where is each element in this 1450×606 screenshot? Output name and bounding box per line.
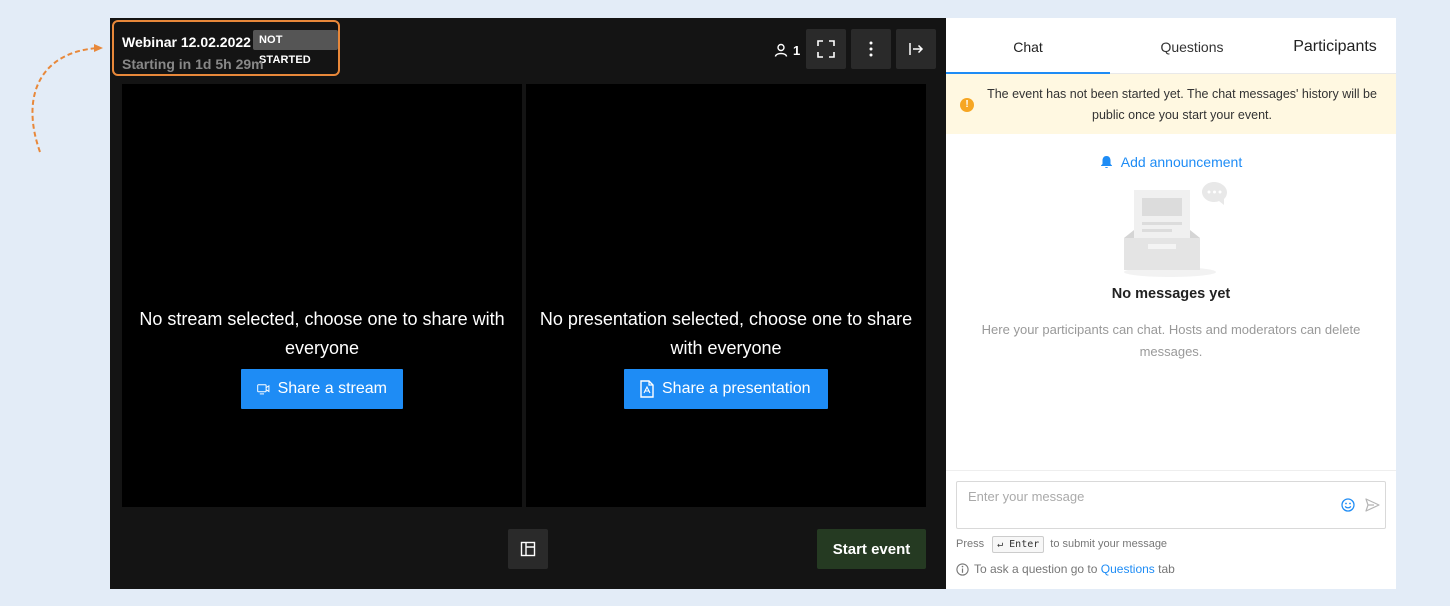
stream-pane: No stream selected, choose one to share … — [122, 84, 522, 507]
questions-tab-link[interactable]: Questions — [1101, 562, 1155, 576]
exit-icon — [909, 43, 924, 55]
send-icon[interactable] — [1365, 498, 1380, 512]
question-hint-suffix: tab — [1158, 562, 1175, 576]
fullscreen-button[interactable] — [806, 29, 846, 69]
attendee-counter[interactable]: 1 — [774, 40, 800, 60]
submit-hint: Press ↵ Enter to submit your message — [956, 535, 1167, 553]
add-announcement-label: Add announcement — [1120, 154, 1243, 170]
chat-sidebar: Chat Questions Participants ! The event … — [946, 18, 1396, 589]
more-vertical-icon — [869, 41, 873, 57]
tab-participants[interactable]: Participants — [1274, 18, 1396, 74]
layout-toggle-button[interactable] — [508, 529, 548, 569]
attendee-count: 1 — [793, 42, 801, 58]
bell-icon — [1100, 156, 1112, 168]
question-hint: To ask a question go to Questions tab — [956, 561, 1175, 577]
emoji-icon[interactable] — [1341, 498, 1355, 512]
more-options-button[interactable] — [851, 29, 891, 69]
presentation-empty-message: No presentation selected, choose one to … — [539, 309, 913, 358]
event-title-box: Webinar 12.02.2022 NOT STARTED Starting … — [112, 20, 340, 76]
not-started-notice: ! The event has not been started yet. Th… — [946, 74, 1396, 134]
empty-state-title: No messages yet — [1111, 286, 1231, 302]
empty-state-description: Here your participants can chat. Hosts a… — [981, 322, 1361, 359]
pdf-file-icon — [640, 380, 654, 398]
message-input[interactable] — [956, 481, 1386, 529]
composer-divider — [946, 470, 1396, 471]
start-event-button[interactable]: Start event — [817, 529, 926, 569]
exit-button[interactable] — [896, 29, 936, 69]
share-presentation-button[interactable]: Share a presentation — [624, 369, 828, 409]
share-stream-button[interactable]: Share a stream — [241, 369, 403, 409]
share-presentation-label: Share a presentation — [662, 380, 811, 397]
countdown-text: Starting in 1d 5h 29m — [122, 56, 264, 72]
empty-inbox-illustration — [1124, 182, 1227, 277]
notice-text: The event has not been started yet. The … — [987, 87, 1377, 122]
player-header: Webinar 12.02.2022 NOT STARTED Starting … — [110, 18, 946, 84]
warning-icon: ! — [960, 98, 974, 112]
layout-icon — [520, 541, 536, 557]
status-badge: NOT STARTED — [253, 30, 338, 66]
add-announcement-link[interactable]: Add announcement — [946, 152, 1396, 172]
question-hint-prefix: To ask a question go to — [974, 562, 1098, 576]
video-area: No stream selected, choose one to share … — [122, 84, 926, 507]
enter-key-badge: ↵ Enter — [992, 535, 1045, 553]
webinar-player: Webinar 12.02.2022 NOT STARTED Starting … — [110, 18, 946, 589]
fullscreen-icon — [817, 40, 835, 58]
hint-suffix: to submit your message — [1050, 538, 1168, 550]
info-icon — [956, 562, 969, 576]
stream-empty-message: No stream selected, choose one to share … — [139, 309, 505, 358]
user-icon — [774, 43, 788, 57]
video-share-icon — [257, 384, 270, 395]
tab-questions[interactable]: Questions — [1110, 18, 1274, 74]
presentation-pane: No presentation selected, choose one to … — [526, 84, 926, 507]
share-stream-label: Share a stream — [277, 380, 387, 397]
hint-prefix: Press — [956, 538, 985, 550]
sidebar-tabs: Chat Questions Participants — [946, 18, 1396, 74]
tab-chat[interactable]: Chat — [946, 18, 1110, 74]
event-title: Webinar 12.02.2022 — [122, 34, 251, 50]
annotation-arrow — [31, 44, 103, 153]
